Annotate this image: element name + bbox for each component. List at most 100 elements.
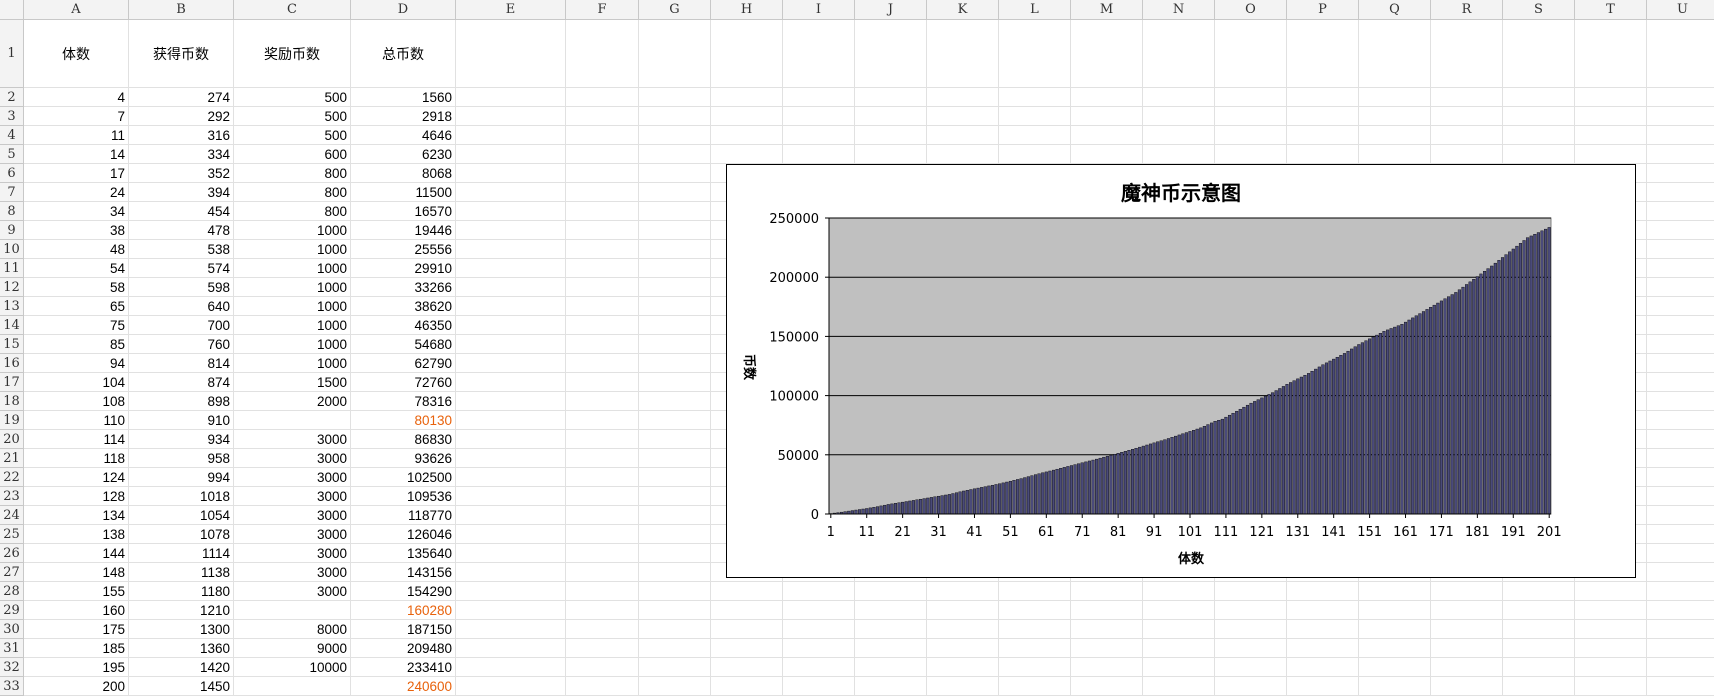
row-header[interactable]: 4: [0, 126, 24, 145]
row-header[interactable]: 33: [0, 677, 24, 696]
cell[interactable]: [711, 107, 783, 126]
row-header[interactable]: 12: [0, 278, 24, 297]
cell[interactable]: [566, 601, 639, 620]
cell[interactable]: [456, 183, 566, 202]
cell[interactable]: [1287, 582, 1359, 601]
cell[interactable]: [456, 392, 566, 411]
cell[interactable]: 1078: [129, 525, 234, 544]
cell[interactable]: [1287, 620, 1359, 639]
cell[interactable]: 155: [24, 582, 129, 601]
column-header-g[interactable]: G: [639, 0, 711, 20]
cell[interactable]: [783, 658, 855, 677]
cell[interactable]: [639, 563, 711, 582]
cell[interactable]: [1359, 88, 1431, 107]
cell[interactable]: 1000: [234, 259, 351, 278]
row-header[interactable]: 28: [0, 582, 24, 601]
cell[interactable]: [639, 411, 711, 430]
cell[interactable]: [783, 88, 855, 107]
cell[interactable]: [639, 658, 711, 677]
cell[interactable]: [566, 373, 639, 392]
cell[interactable]: [566, 449, 639, 468]
cell[interactable]: [1287, 107, 1359, 126]
cell[interactable]: 118770: [351, 506, 456, 525]
cell[interactable]: [855, 126, 927, 145]
cell[interactable]: [1287, 639, 1359, 658]
cell[interactable]: [234, 411, 351, 430]
cell[interactable]: [711, 126, 783, 145]
cell[interactable]: [1647, 354, 1714, 373]
cell[interactable]: [1647, 88, 1714, 107]
column-header-a[interactable]: A: [24, 0, 129, 20]
cell[interactable]: [1071, 20, 1143, 88]
cell[interactable]: [1575, 88, 1647, 107]
cell[interactable]: 500: [234, 88, 351, 107]
cell[interactable]: [566, 145, 639, 164]
cell[interactable]: 160280: [351, 601, 456, 620]
row-header[interactable]: 8: [0, 202, 24, 221]
cell[interactable]: [566, 259, 639, 278]
cell[interactable]: [566, 506, 639, 525]
cell[interactable]: [456, 449, 566, 468]
header-cell[interactable]: 获得币数: [129, 20, 234, 88]
cell[interactable]: [1647, 487, 1714, 506]
cell[interactable]: [783, 677, 855, 696]
cell[interactable]: [639, 354, 711, 373]
row-header[interactable]: 32: [0, 658, 24, 677]
column-header-q[interactable]: Q: [1359, 0, 1431, 20]
cell[interactable]: 1000: [234, 221, 351, 240]
cell[interactable]: [1575, 639, 1647, 658]
cell[interactable]: [566, 430, 639, 449]
cell[interactable]: 1560: [351, 88, 456, 107]
cell[interactable]: 3000: [234, 525, 351, 544]
cell[interactable]: [456, 240, 566, 259]
cell[interactable]: [639, 126, 711, 145]
cell[interactable]: 29910: [351, 259, 456, 278]
cell[interactable]: [1503, 20, 1575, 88]
cell[interactable]: [566, 335, 639, 354]
cell[interactable]: 478: [129, 221, 234, 240]
cell[interactable]: [456, 601, 566, 620]
cell[interactable]: 8000: [234, 620, 351, 639]
cell[interactable]: [639, 449, 711, 468]
cell[interactable]: 33266: [351, 278, 456, 297]
cell[interactable]: 11500: [351, 183, 456, 202]
cell[interactable]: 3000: [234, 449, 351, 468]
cell[interactable]: [639, 525, 711, 544]
header-cell[interactable]: 体数: [24, 20, 129, 88]
cell[interactable]: [1575, 126, 1647, 145]
cell[interactable]: [1143, 107, 1215, 126]
cell[interactable]: [855, 582, 927, 601]
cell[interactable]: [1143, 620, 1215, 639]
cell[interactable]: [639, 221, 711, 240]
cell[interactable]: 1210: [129, 601, 234, 620]
cell[interactable]: 58: [24, 278, 129, 297]
cell[interactable]: [566, 487, 639, 506]
cell[interactable]: 3000: [234, 544, 351, 563]
cell[interactable]: 598: [129, 278, 234, 297]
cell[interactable]: [711, 620, 783, 639]
cell[interactable]: [1287, 658, 1359, 677]
cell[interactable]: [1431, 658, 1503, 677]
cell[interactable]: 148: [24, 563, 129, 582]
cell[interactable]: 8068: [351, 164, 456, 183]
cell[interactable]: [1647, 430, 1714, 449]
cell[interactable]: 104: [24, 373, 129, 392]
cell[interactable]: [1647, 449, 1714, 468]
cell[interactable]: 6230: [351, 145, 456, 164]
cell[interactable]: [711, 658, 783, 677]
cell[interactable]: [456, 468, 566, 487]
column-header-b[interactable]: B: [129, 0, 234, 20]
row-header[interactable]: 3: [0, 107, 24, 126]
cell[interactable]: [1359, 107, 1431, 126]
header-cell[interactable]: 总币数: [351, 20, 456, 88]
cell[interactable]: [456, 354, 566, 373]
cell[interactable]: [1359, 658, 1431, 677]
cell[interactable]: [1431, 639, 1503, 658]
cell[interactable]: [639, 164, 711, 183]
cell[interactable]: [783, 126, 855, 145]
cell[interactable]: [1647, 601, 1714, 620]
cell[interactable]: [1575, 582, 1647, 601]
cell[interactable]: 7: [24, 107, 129, 126]
cell[interactable]: [927, 107, 999, 126]
row-header[interactable]: 14: [0, 316, 24, 335]
